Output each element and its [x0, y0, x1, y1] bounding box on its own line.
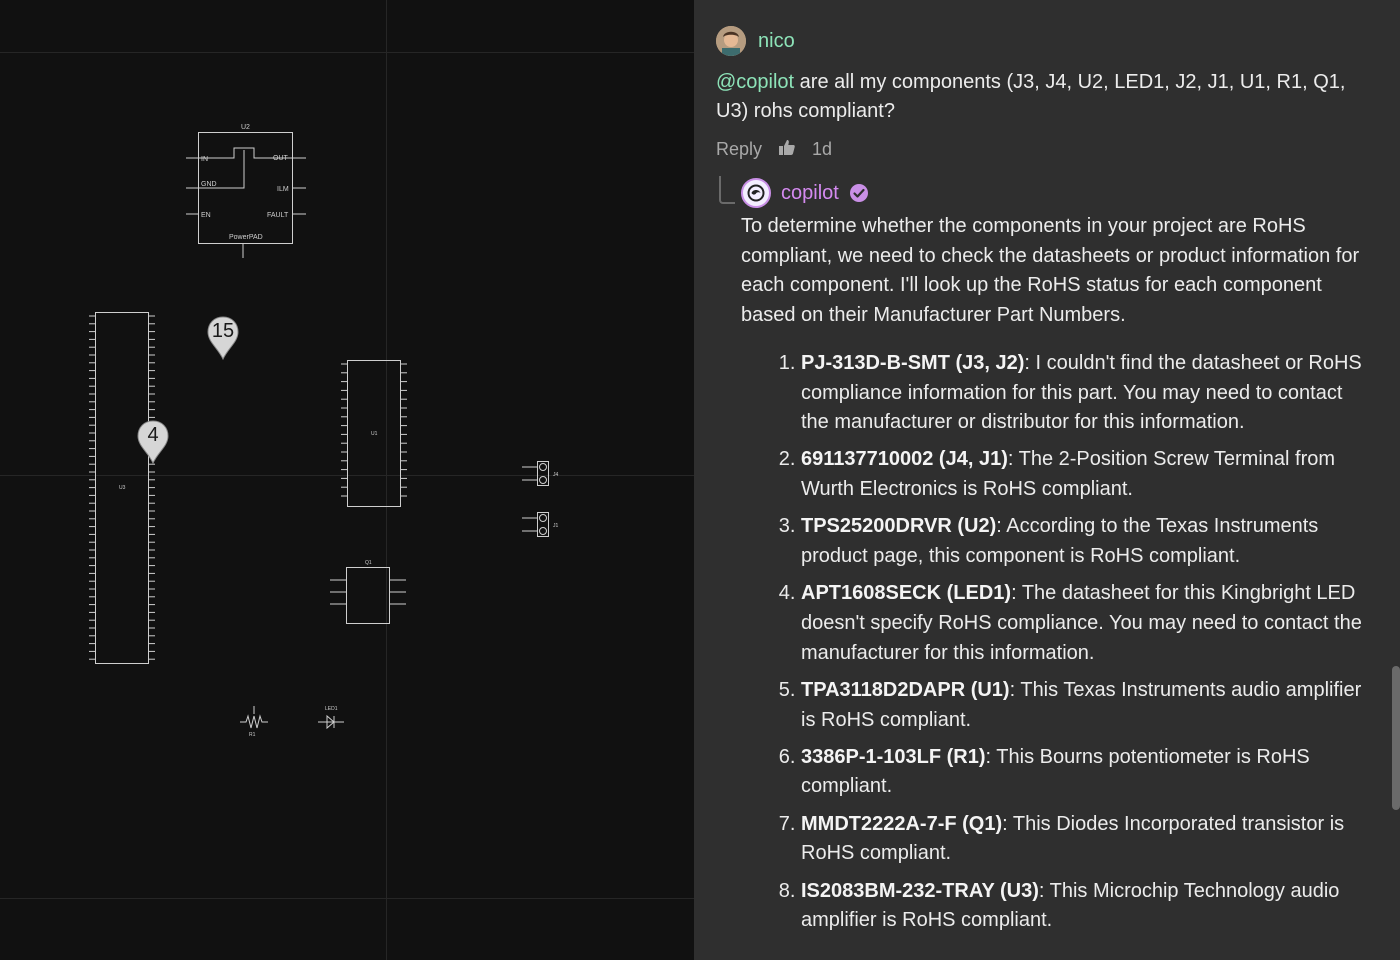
list-item: 691137710002 (J4, J1): The 2-Position Sc…: [801, 445, 1366, 504]
part-number: MMDT2222A-7-F (Q1): [801, 812, 1003, 835]
u2-powerpad: PowerPAD: [229, 234, 263, 241]
part-number: 3386P-1-103LF (R1): [801, 745, 986, 768]
list-item: TPS25200DRVR (U2): According to the Texa…: [801, 512, 1366, 571]
j4-title: J4: [553, 472, 559, 478]
q1-symbol: [330, 567, 406, 624]
comment-text: @copilot are all my components (J3, J4, …: [716, 68, 1366, 126]
list-item: IS2083BM-232-TRAY (U3): This Microchip T…: [801, 877, 1366, 936]
part-number: 691137710002 (J4, J1): [801, 448, 1008, 471]
r1-title: R1: [249, 732, 256, 738]
part-number: TPS25200DRVR (U2): [801, 515, 997, 538]
question-body: are all my components (J3, J4, U2, LED1,…: [716, 71, 1346, 122]
led1-symbol: [318, 714, 344, 730]
u3-title: U3: [119, 485, 126, 491]
mention-link[interactable]: @copilot: [716, 71, 794, 93]
thumbs-up-icon[interactable]: [778, 138, 796, 161]
reply-button[interactable]: Reply: [716, 139, 762, 160]
list-item: MMDT2222A-7-F (Q1): This Diodes Incorpor…: [801, 810, 1366, 869]
list-item: PJ-313D-B-SMT (J3, J2): I couldn't find …: [801, 349, 1366, 438]
led1-title: LED1: [325, 706, 338, 712]
schematic-canvas[interactable]: U2 IN GND EN OUT ILM FAULT PowerPAD U3 U…: [0, 0, 694, 960]
comment-actions: Reply 1d: [716, 136, 1366, 162]
marker-label: 4: [147, 424, 159, 446]
comment-header: nico: [716, 24, 1366, 58]
comment-thread: nico @copilot are all my components (J3,…: [716, 24, 1366, 943]
comment-panel[interactable]: nico @copilot are all my components (J3,…: [694, 0, 1400, 960]
q1-title: Q1: [365, 560, 372, 566]
u2-pin-fault: FAULT: [267, 212, 289, 219]
u1-title: U1: [371, 431, 378, 437]
comment-marker-15[interactable]: 15: [207, 316, 239, 360]
user-avatar[interactable]: [716, 26, 746, 56]
list-item: TPA3118D2DAPR (U1): This Texas Instrumen…: [801, 676, 1366, 735]
u2-title: U2: [241, 124, 250, 131]
comment-marker-4[interactable]: 4: [137, 420, 169, 464]
schematic-drawing: U2 IN GND EN OUT ILM FAULT PowerPAD U3 U…: [0, 0, 694, 960]
verified-badge-icon: [849, 184, 868, 202]
list-item: 3386P-1-103LF (R1): This Bourns potentio…: [801, 743, 1366, 802]
r1-symbol: [240, 706, 268, 729]
part-number: IS2083BM-232-TRAY (U3): [801, 879, 1039, 902]
part-number: APT1608SECK (LED1): [801, 582, 1012, 605]
j4-symbol: [522, 461, 549, 486]
thread-connector: [719, 176, 735, 204]
j1-title: J1: [553, 523, 559, 529]
u2-pin-in: IN: [201, 156, 208, 163]
u2-pin-gnd: GND: [201, 181, 217, 188]
compliance-list: PJ-313D-B-SMT (J3, J2): I couldn't find …: [741, 349, 1366, 936]
u2-pin-en: EN: [201, 212, 211, 219]
panel-scrollbar[interactable]: [1392, 666, 1400, 810]
copilot-avatar[interactable]: [741, 178, 771, 208]
u2-pin-ilm: ILM: [277, 186, 289, 193]
j1-symbol: [522, 512, 549, 537]
list-item: APT1608SECK (LED1): The datasheet for th…: [801, 579, 1366, 668]
comment-age: 1d: [812, 138, 833, 159]
part-number: PJ-313D-B-SMT (J3, J2): [801, 351, 1025, 374]
u2-pin-out: OUT: [273, 155, 289, 162]
bot-header: copilot: [741, 176, 1366, 210]
part-number: TPA3118D2DAPR (U1): [801, 678, 1010, 701]
bot-intro: To determine whether the components in y…: [741, 215, 1360, 327]
marker-label: 15: [211, 320, 235, 342]
username[interactable]: nico: [758, 30, 795, 53]
bot-reply: copilot To determine whether the compone…: [716, 176, 1366, 936]
bot-name[interactable]: copilot: [781, 182, 839, 205]
